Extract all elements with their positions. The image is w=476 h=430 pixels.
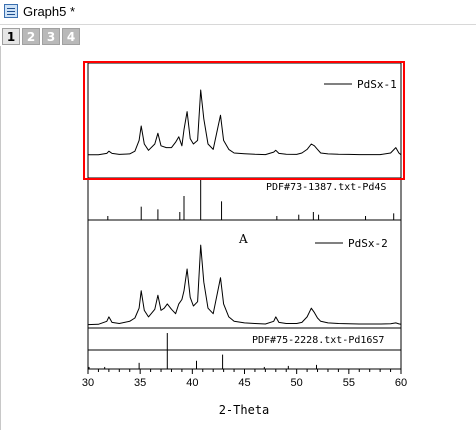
x-tick-label: 55 <box>343 377 355 389</box>
highlight-box <box>83 61 405 180</box>
x-tick-label: 45 <box>238 377 250 389</box>
series-pdsx1-group <box>88 89 402 156</box>
x-tick-label: 50 <box>291 377 303 389</box>
x-tick-label: 40 <box>186 377 198 389</box>
annotation-a: A <box>238 232 248 246</box>
legend-label-pdsx1: PdSx-1 <box>357 78 397 91</box>
series-pdsx2-group <box>87 244 402 326</box>
x-tick-label: 60 <box>395 377 407 389</box>
xrd-chart: 30 35 40 45 50 55 60 PdSx-1 PDF#73-1387.txt-Pd… <box>82 61 407 417</box>
reference-label-pd4s: PDF#73-1387.txt-Pd4S <box>266 182 386 193</box>
x-axis: 30 35 40 45 50 55 60 <box>82 369 407 389</box>
x-axis-label: 2-Theta <box>219 403 270 417</box>
panel-top-frame <box>87 62 402 179</box>
reference-label-pd16s7: PDF#75-2228.txt-Pd16S7 <box>252 335 384 346</box>
series-line-pdsx1 <box>88 89 402 156</box>
x-tick-label: 35 <box>134 377 146 389</box>
x-tick-label: 30 <box>82 377 94 389</box>
legend-label-pdsx2: PdSx-2 <box>348 237 388 250</box>
series-line-pdsx2 <box>87 244 402 326</box>
